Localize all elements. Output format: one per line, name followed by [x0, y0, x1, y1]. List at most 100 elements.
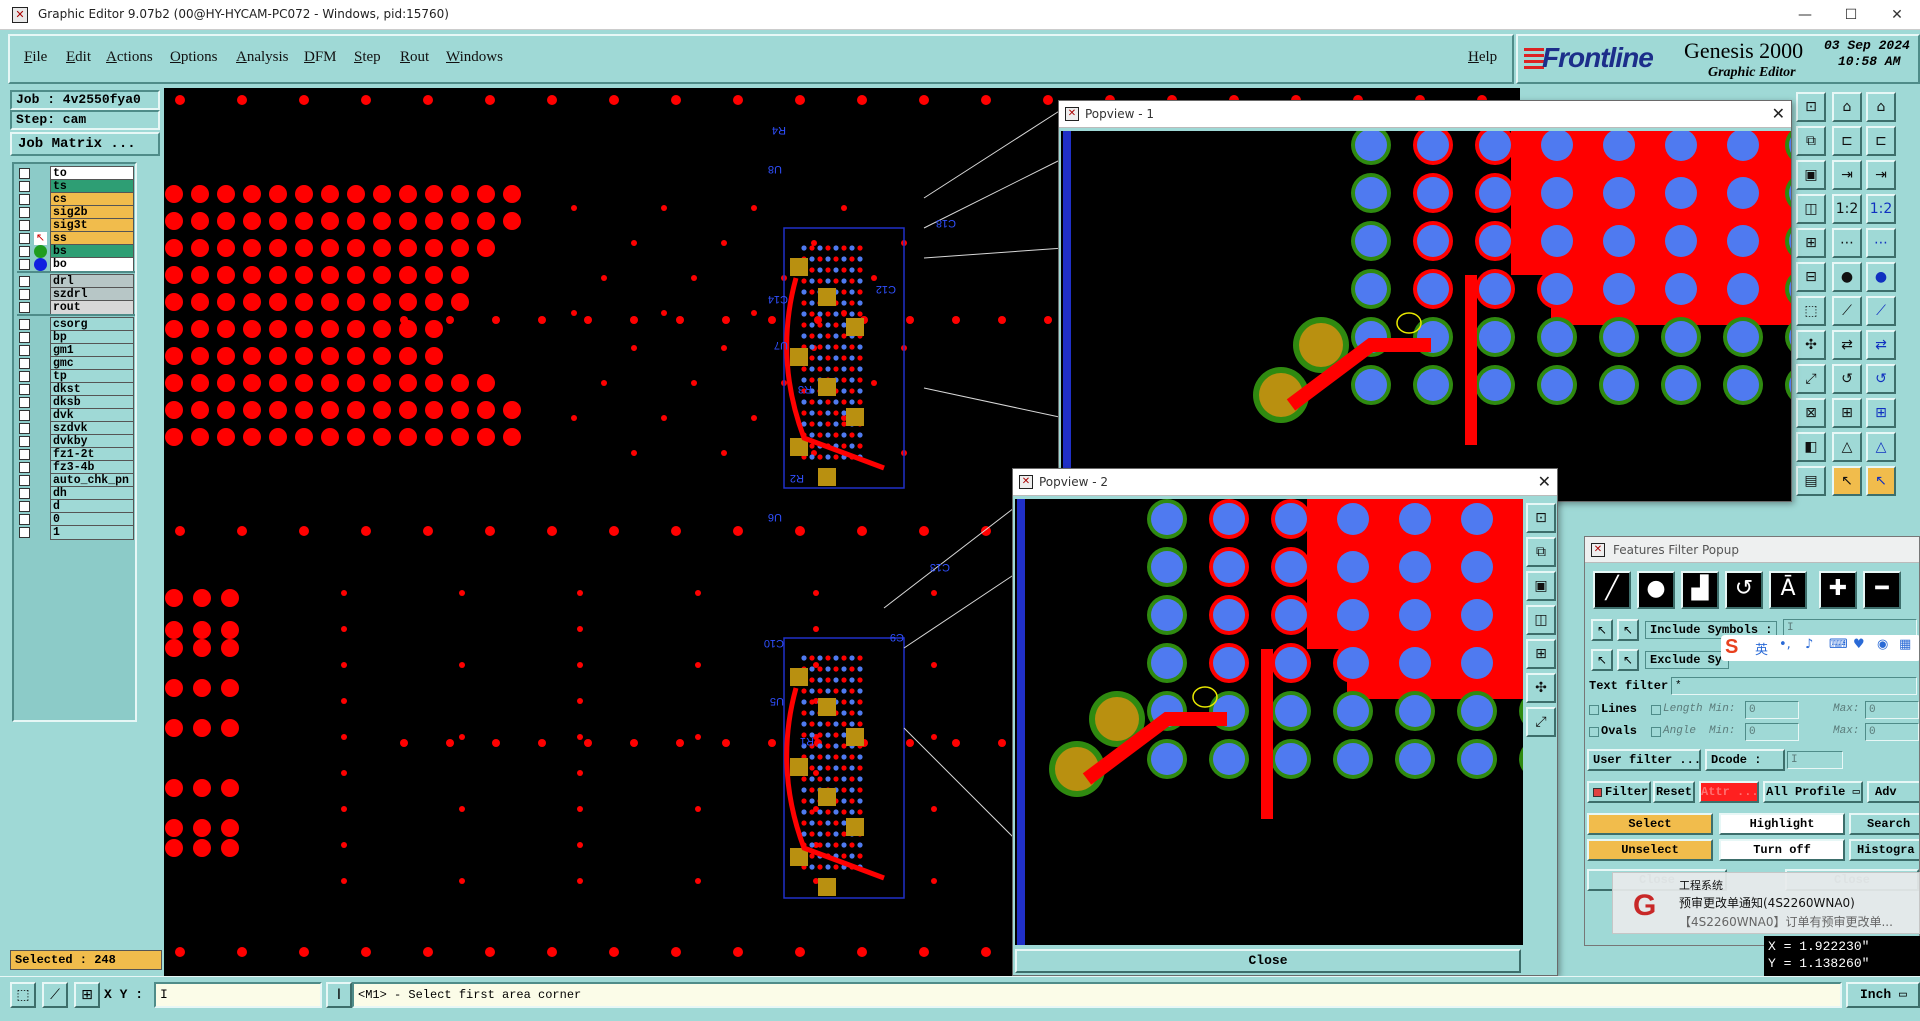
maximize-button[interactable]: ☐: [1828, 0, 1874, 30]
dcode-input[interactable]: I: [1787, 751, 1843, 769]
ime-menu-icon[interactable]: ▦: [1899, 637, 1911, 652]
exclude-list-icon[interactable]: ↖: [1617, 649, 1639, 671]
layer-checkbox[interactable]: [19, 488, 30, 499]
edit-tool-9-1-icon[interactable]: ↺: [1832, 364, 1862, 394]
edit-tool-9-2-icon[interactable]: ↺: [1866, 364, 1896, 394]
popview-tool-1-icon[interactable]: ⊡: [1526, 503, 1556, 533]
search-button[interactable]: Search: [1849, 813, 1919, 835]
highlight-button[interactable]: Highlight: [1719, 813, 1845, 835]
edit-tool-2-1-icon[interactable]: ⊏: [1832, 126, 1862, 156]
edit-tool-1-1-icon[interactable]: ⌂: [1832, 92, 1862, 122]
layer-checkbox[interactable]: [19, 168, 30, 179]
layer-checkbox[interactable]: [19, 289, 30, 300]
menu-edit[interactable]: Edit: [66, 49, 91, 66]
menu-step[interactable]: Step: [354, 49, 381, 66]
layer-checkbox[interactable]: [19, 384, 30, 395]
text-filter-input[interactable]: *: [1671, 677, 1917, 695]
layer-checkbox[interactable]: [19, 371, 30, 382]
ime-language-label[interactable]: 英: [1755, 639, 1768, 658]
negative-polarity-icon[interactable]: ━: [1863, 571, 1901, 609]
view-tool-5-icon[interactable]: ⊞: [1796, 228, 1826, 258]
grid-icon[interactable]: ⊞: [74, 982, 100, 1008]
layer-checkbox[interactable]: [19, 181, 30, 192]
ovals-min-input[interactable]: 0: [1745, 723, 1799, 741]
lines-checkbox[interactable]: [1589, 705, 1599, 715]
popview-tool-7-icon[interactable]: ⤢: [1526, 707, 1556, 737]
edit-tool-4-2-icon[interactable]: 1:2: [1866, 194, 1896, 224]
close-window-button[interactable]: ✕: [1874, 0, 1920, 30]
edit-tool-5-2-icon[interactable]: ⋯: [1866, 228, 1896, 258]
ovals-checkbox[interactable]: [1589, 727, 1599, 737]
layer-checkbox[interactable]: [19, 246, 30, 257]
layer-checkbox[interactable]: [19, 501, 30, 512]
layer-row-bo[interactable]: bo: [17, 257, 135, 272]
reset-button[interactable]: Reset: [1653, 781, 1695, 803]
view-tool-12-icon[interactable]: ▤: [1796, 466, 1826, 496]
layer-checkbox[interactable]: [19, 436, 30, 447]
include-list-icon[interactable]: ↖: [1617, 619, 1639, 641]
user-filter-button[interactable]: User filter ...: [1587, 749, 1701, 771]
edit-tool-11-2-icon[interactable]: △: [1866, 432, 1896, 462]
edit-tool-10-2-icon[interactable]: ⊞: [1866, 398, 1896, 428]
layer-checkbox[interactable]: [19, 194, 30, 205]
popview-2-title-bar[interactable]: ✕ Popview - 2 ✕: [1013, 469, 1557, 496]
edit-tool-3-2-icon[interactable]: ⇥: [1866, 160, 1896, 190]
edit-tool-6-2-icon[interactable]: ●: [1866, 262, 1896, 292]
view-tool-1-icon[interactable]: ⊡: [1796, 92, 1826, 122]
view-tool-8-icon[interactable]: ✣: [1796, 330, 1826, 360]
lines-min-input[interactable]: 0: [1745, 701, 1799, 719]
layer-checkbox[interactable]: [19, 410, 30, 421]
measure-icon[interactable]: ⟋: [42, 982, 68, 1008]
edit-tool-7-2-icon[interactable]: ⟋: [1866, 296, 1896, 326]
menu-help[interactable]: Help: [1468, 49, 1497, 66]
edit-tool-8-1-icon[interactable]: ⇄: [1832, 330, 1862, 360]
text-symbol-icon[interactable]: Ā: [1769, 571, 1807, 609]
popview-1-close-icon[interactable]: ✕: [1772, 104, 1785, 123]
menu-actions[interactable]: Actions: [106, 49, 153, 66]
layer-row-1[interactable]: 1: [17, 525, 135, 540]
edit-tool-1-2-icon[interactable]: ⌂: [1866, 92, 1896, 122]
snap-icon[interactable]: ⬚: [10, 982, 36, 1008]
job-matrix-button[interactable]: Job Matrix ...: [10, 132, 160, 156]
xy-input[interactable]: I: [154, 982, 322, 1008]
minimize-button[interactable]: —: [1782, 0, 1828, 30]
layer-checkbox[interactable]: [19, 233, 30, 244]
units-select[interactable]: Inch ▭: [1846, 982, 1920, 1008]
menu-dfm[interactable]: DFM: [304, 49, 337, 66]
popview-tool-2-icon[interactable]: ⧉: [1526, 537, 1556, 567]
histogram-button[interactable]: Histogra: [1849, 839, 1919, 861]
layer-checkbox[interactable]: [19, 527, 30, 538]
filter-checkbox[interactable]: [1593, 788, 1602, 797]
exclude-pick-icon[interactable]: ↖: [1591, 649, 1613, 671]
popview-2-view[interactable]: [1015, 499, 1523, 945]
popview-tool-6-icon[interactable]: ✣: [1526, 673, 1556, 703]
layer-checkbox[interactable]: [19, 514, 30, 525]
features-filter-title-bar[interactable]: ✕ Features Filter Popup: [1585, 537, 1919, 563]
edit-tool-12-2-icon[interactable]: ↖: [1866, 466, 1896, 496]
pad-symbol-icon[interactable]: ●: [1637, 571, 1675, 609]
ime-keyboard-icon[interactable]: ⌨: [1829, 637, 1848, 652]
layer-checkbox[interactable]: [19, 220, 30, 231]
layer-checkbox[interactable]: [19, 423, 30, 434]
layer-checkbox[interactable]: [19, 276, 30, 287]
popview-2-close-button[interactable]: Close: [1015, 949, 1521, 973]
ovals-max-input[interactable]: 0: [1865, 723, 1919, 741]
edit-tool-2-2-icon[interactable]: ⊏: [1866, 126, 1896, 156]
popview-tool-4-icon[interactable]: ◫: [1526, 605, 1556, 635]
popview-2-zoom[interactable]: [1015, 499, 1523, 945]
attr-button[interactable]: Attr ...: [1699, 781, 1759, 803]
menu-windows[interactable]: Windows: [446, 49, 503, 66]
layer-checkbox[interactable]: [19, 397, 30, 408]
edit-tool-7-1-icon[interactable]: ⟋: [1832, 296, 1862, 326]
view-tool-10-icon[interactable]: ⊠: [1796, 398, 1826, 428]
popview-1-zoom[interactable]: [1061, 131, 1791, 501]
view-tool-4-icon[interactable]: ◫: [1796, 194, 1826, 224]
edit-tool-6-1-icon[interactable]: ●: [1832, 262, 1862, 292]
lines-max-input[interactable]: 0: [1865, 701, 1919, 719]
line-symbol-icon[interactable]: ╱: [1593, 571, 1631, 609]
select-button[interactable]: Select: [1587, 813, 1713, 835]
edit-tool-5-1-icon[interactable]: ⋯: [1832, 228, 1862, 258]
view-tool-6-icon[interactable]: ⊟: [1796, 262, 1826, 292]
popview-1-title-bar[interactable]: ✕ Popview - 1 ✕: [1059, 101, 1791, 128]
layer-checkbox[interactable]: [19, 207, 30, 218]
